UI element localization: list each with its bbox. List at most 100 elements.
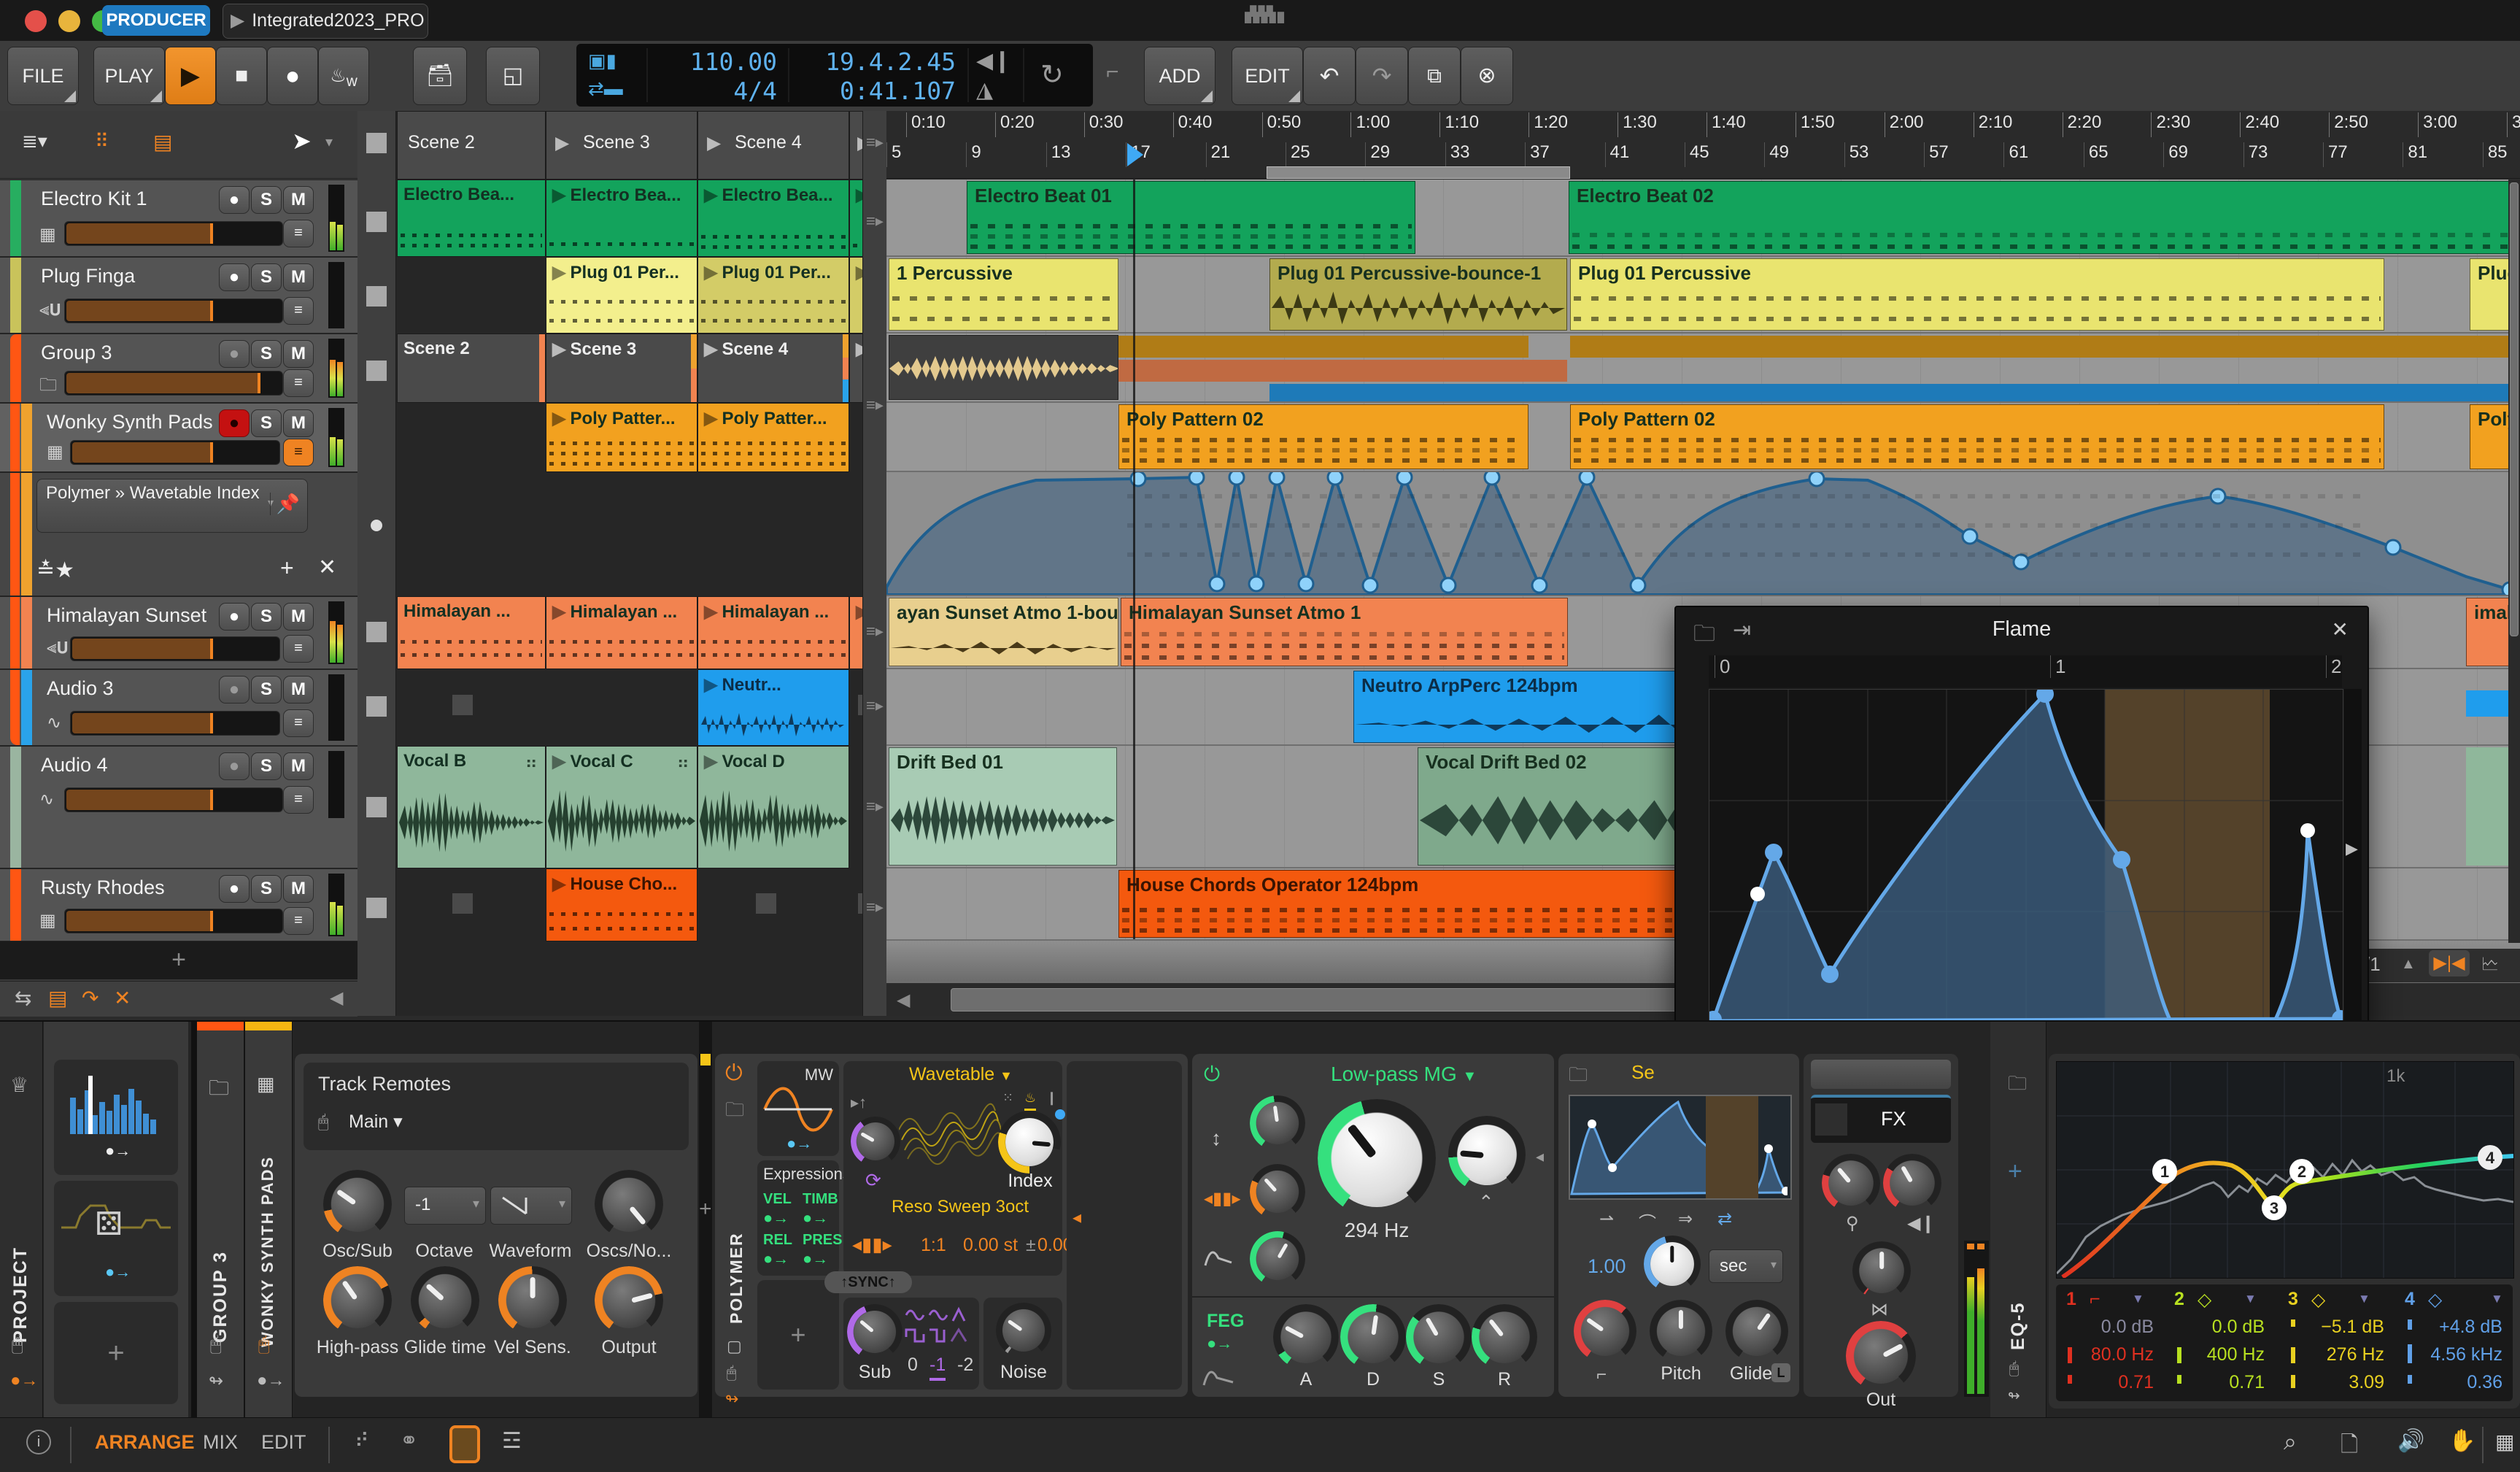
- band-gain[interactable]: −5.1 dB: [2303, 1317, 2384, 1338]
- clip-launcher-toggle-icon[interactable]: ⠞: [355, 1430, 369, 1452]
- track-name[interactable]: Group 3: [41, 342, 112, 364]
- clip-cell[interactable]: ▶ Himalayan ...: [697, 596, 849, 669]
- metronome-icon[interactable]: ◮: [976, 77, 993, 103]
- band-q[interactable]: 0.71: [2189, 1372, 2265, 1393]
- tab-project[interactable]: PROJECT: [10, 1168, 31, 1343]
- pingpong-mode-icon-active[interactable]: ⇄: [1717, 1209, 1732, 1230]
- arranger-clip[interactable]: Drift Bed 01: [889, 747, 1117, 866]
- volume-slider[interactable]: [70, 711, 280, 736]
- mute-button[interactable]: M: [283, 875, 314, 903]
- arm-button[interactable]: ●: [219, 875, 250, 903]
- pre-roll-icon[interactable]: ⌐: [1106, 60, 1119, 85]
- add-modulator-button[interactable]: +: [54, 1302, 178, 1404]
- bell-shape-icon[interactable]: ◇: [2428, 1289, 2442, 1311]
- clip-cell[interactable]: ▶ House Cho...: [546, 868, 697, 941]
- clip-cell[interactable]: ▶ Himalayan ...: [546, 596, 697, 669]
- latch-badge[interactable]: L: [1771, 1363, 1790, 1382]
- band-q[interactable]: 3.09: [2303, 1372, 2384, 1393]
- volume-slider[interactable]: [64, 298, 283, 323]
- mute-button[interactable]: M: [283, 409, 314, 437]
- mouse-icon[interactable]: 🖱: [12, 1333, 23, 1356]
- stop-clip-icon[interactable]: [366, 361, 387, 381]
- arranger-clip[interactable]: Plug 01 Percussive: [1570, 258, 2384, 331]
- folder-icon[interactable]: 🗀: [1569, 1061, 1588, 1093]
- clip-cell[interactable]: Himalayan ...: [397, 596, 546, 669]
- punch-in-icon[interactable]: ◀❙: [976, 48, 1011, 74]
- track-name[interactable]: Electro Kit 1: [41, 188, 147, 210]
- arm-button[interactable]: ●: [219, 603, 250, 631]
- record-button[interactable]: ●: [267, 47, 318, 105]
- track-row[interactable]: Plug Finga ● S M ⫷𝗨 ≡: [0, 257, 357, 334]
- stop-clip-icon[interactable]: [366, 622, 387, 642]
- mouse-icon[interactable]: 🖱: [318, 1112, 328, 1133]
- empty-slot-icon[interactable]: [756, 893, 776, 914]
- modulation-route-icon[interactable]: ●→: [257, 1371, 285, 1391]
- line-mod-icon[interactable]: ❙: [1046, 1090, 1057, 1106]
- timeline-ruler[interactable]: 0:10 0:20 0:30 0:40 0:50 1:00 1:10 1:20 1:30 1:40…: [886, 111, 2520, 179]
- sub-octave-0[interactable]: 0: [908, 1355, 918, 1376]
- sync-badge[interactable]: ↑SYNC↑: [824, 1271, 912, 1293]
- osc-sub-knob[interactable]: [330, 1176, 385, 1232]
- group-lane-clip[interactable]: [1570, 336, 2520, 358]
- arm-button[interactable]: ●: [219, 263, 250, 291]
- rate-unit-select[interactable]: sec ▾: [1709, 1249, 1783, 1283]
- group-scene-cell[interactable]: ▶ Scene 3: [546, 334, 697, 403]
- scene-header[interactable]: ▶ Scene 3: [546, 111, 697, 180]
- pin-icon[interactable]: 📌: [270, 493, 300, 515]
- clip-cell[interactable]: ▶ Plug 01 Per...: [546, 257, 697, 334]
- semitone-value[interactable]: 0.00 st: [963, 1235, 1018, 1256]
- mute-button[interactable]: M: [283, 340, 314, 368]
- zoom-stats-icon[interactable]: 🗠: [2481, 952, 2499, 982]
- clip-cell[interactable]: Electro Bea...: [397, 180, 546, 257]
- modulation-route-icon[interactable]: ↬: [725, 1390, 738, 1409]
- scene-launch-icon[interactable]: ≡▸: [866, 622, 884, 641]
- device-power-icon[interactable]: ⏻: [1204, 1063, 1220, 1087]
- monitor-speaker-icon[interactable]: 🔊: [2397, 1428, 2424, 1454]
- mixer-panel-toggle-icon[interactable]: ☲: [502, 1428, 522, 1454]
- play-button[interactable]: ▶: [165, 47, 216, 105]
- swap-tracks-icon[interactable]: ⇆: [15, 986, 31, 1010]
- mute-button[interactable]: M: [283, 752, 314, 780]
- track-list-menu-icon[interactable]: ≣▾: [22, 130, 47, 153]
- playhead-marker[interactable]: [1127, 143, 1143, 166]
- track-menu-icon[interactable]: ≡: [283, 297, 314, 325]
- output-knob[interactable]: [601, 1273, 657, 1328]
- device-name-polymer[interactable]: POLYMER: [727, 1163, 746, 1324]
- scene-header[interactable]: Scene 2: [397, 111, 546, 180]
- empty-slot-icon[interactable]: [452, 893, 473, 914]
- track-menu-icon[interactable]: ≡: [283, 709, 314, 737]
- sub-osc-panel[interactable]: 0 -1 -2 Sub: [843, 1298, 979, 1390]
- modulation-route-icon[interactable]: ●→: [803, 1209, 828, 1228]
- link-icon[interactable]: ⚭: [400, 1428, 418, 1454]
- phase-icon[interactable]: ⟳: [865, 1169, 881, 1192]
- virtual-keyboard-icon[interactable]: ▦: [2495, 1430, 2514, 1454]
- mouse-icon[interactable]: 🖱: [727, 1363, 736, 1382]
- band-gain[interactable]: 0.0 dB: [2081, 1317, 2154, 1338]
- band-gain[interactable]: +4.8 dB: [2413, 1317, 2502, 1338]
- out-knob[interactable]: [1853, 1328, 1909, 1384]
- add-automation-lane-icon[interactable]: +: [280, 555, 294, 582]
- sub-octave-minus2[interactable]: -2: [957, 1355, 973, 1376]
- scene-launch-icon[interactable]: ≡▸: [866, 696, 884, 715]
- fx-slot[interactable]: FX: [1811, 1095, 1951, 1143]
- vel-sens-knob[interactable]: [505, 1273, 560, 1328]
- track-menu-icon-active[interactable]: ≡: [283, 439, 314, 466]
- clip-cell[interactable]: ▶ Vocal D: [697, 746, 849, 868]
- stop-clip-icon[interactable]: [366, 286, 387, 307]
- tab-wonky-synth-pads[interactable]: WONKY SYNTH PADS: [258, 1106, 277, 1347]
- arranger-clip[interactable]: ayan Sunset Atmo 1-bounce-1: [889, 598, 1118, 666]
- modulation-route-icon[interactable]: ●→: [1207, 1334, 1232, 1353]
- arranger-clip[interactable]: Poly Pattern 02: [1118, 404, 1528, 469]
- segments-curve-display[interactable]: [1569, 1095, 1792, 1200]
- info-icon[interactable]: i: [26, 1430, 51, 1454]
- resonance-knob[interactable]: [1456, 1124, 1518, 1185]
- mouse-icon[interactable]: 🖱: [210, 1333, 222, 1356]
- band-freq[interactable]: 80.0 Hz: [2081, 1344, 2154, 1365]
- modulation-route-icon[interactable]: ↬: [209, 1371, 223, 1392]
- arm-button[interactable]: ●: [219, 186, 250, 214]
- group-scene-cell[interactable]: Scene 2: [397, 334, 546, 403]
- clip-cell[interactable]: ▶ Plug 01 Per...: [697, 257, 849, 334]
- track-menu-icon[interactable]: ≡: [283, 369, 314, 397]
- close-traffic-light[interactable]: [25, 10, 47, 32]
- chevron-down-icon[interactable]: ▼: [2132, 1292, 2144, 1306]
